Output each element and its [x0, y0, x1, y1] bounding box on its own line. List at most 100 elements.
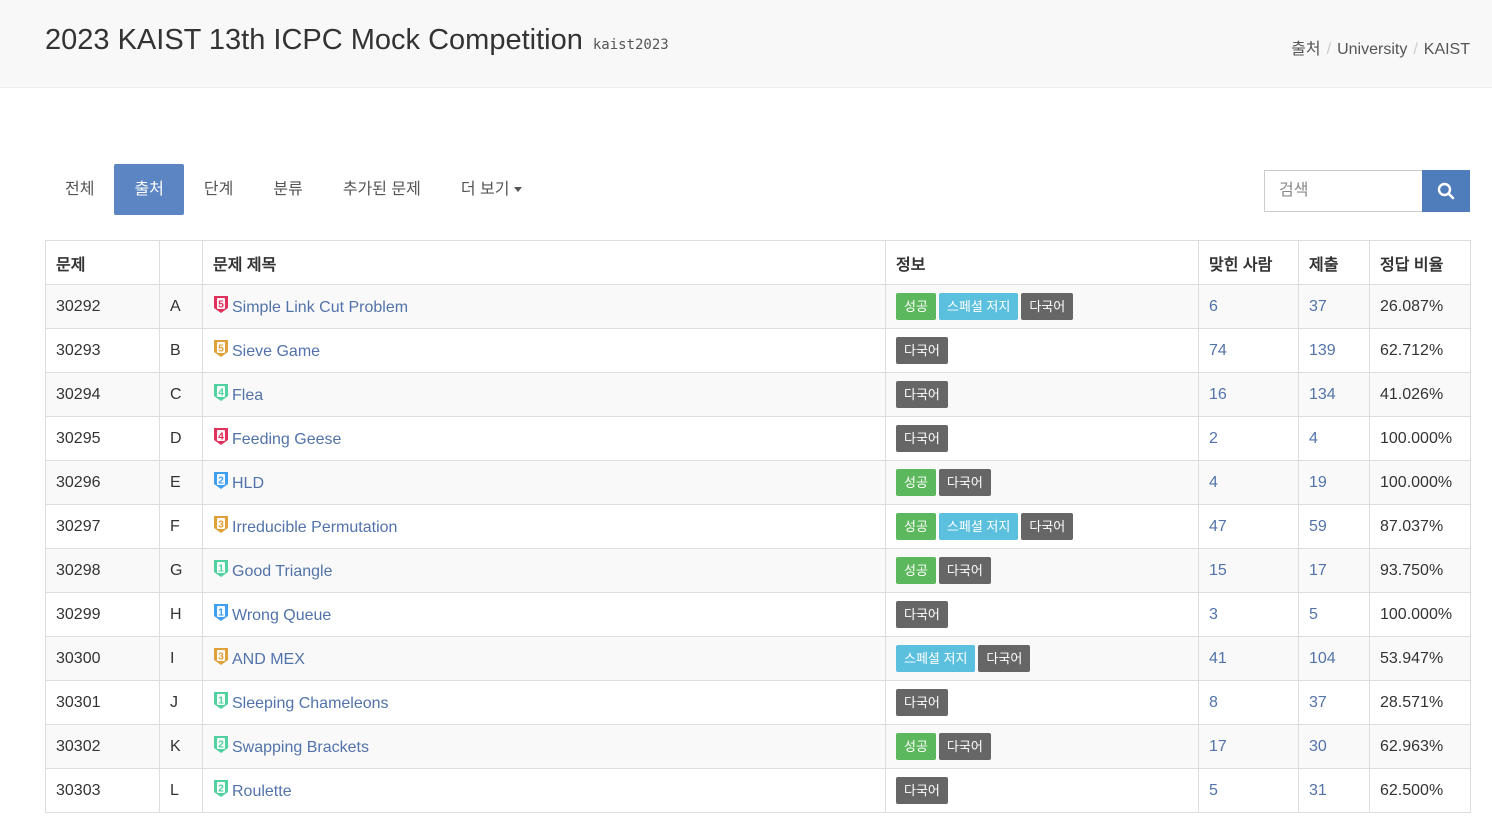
multilingual-badge[interactable]: 다국어: [896, 689, 948, 716]
special-judge-badge[interactable]: 스페셜 저지: [938, 513, 1019, 540]
problem-id-link[interactable]: 30300: [56, 650, 101, 667]
submit-count-link[interactable]: 30: [1309, 738, 1327, 755]
solved-count-link[interactable]: 41: [1209, 650, 1227, 667]
solved-count-cell: 41: [1198, 636, 1299, 681]
problem-id-link[interactable]: 30303: [56, 782, 101, 799]
success-badge[interactable]: 성공: [896, 733, 936, 760]
multilingual-badge[interactable]: 다국어: [938, 557, 991, 584]
accepted-ratio: 100.000%: [1369, 416, 1471, 461]
breadcrumb-item-source[interactable]: 출처: [1291, 41, 1320, 58]
tab-added-problems[interactable]: 추가된 문제: [323, 164, 441, 215]
submit-count-link[interactable]: 104: [1309, 650, 1336, 667]
column-header-submissions[interactable]: 제출: [1298, 240, 1370, 285]
solved-count-link[interactable]: 3: [1209, 606, 1218, 623]
success-badge[interactable]: 성공: [896, 513, 936, 540]
solved-count-link[interactable]: 15: [1209, 562, 1227, 579]
solved-count-link[interactable]: 47: [1209, 518, 1227, 535]
column-header-solved[interactable]: 맞힌 사람: [1198, 240, 1299, 285]
submit-count-link[interactable]: 19: [1309, 474, 1327, 491]
problem-title-link[interactable]: Sieve Game: [232, 343, 320, 360]
submit-count-link[interactable]: 59: [1309, 518, 1327, 535]
multilingual-badge[interactable]: 다국어: [896, 777, 948, 804]
submit-count-cell: 37: [1298, 680, 1370, 725]
problem-id-link[interactable]: 30302: [56, 738, 101, 755]
multilingual-badge[interactable]: 다국어: [938, 733, 991, 760]
submit-count-cell: 5: [1298, 592, 1370, 637]
problem-title-link[interactable]: Wrong Queue: [232, 607, 331, 624]
multilingual-badge[interactable]: 다국어: [896, 601, 948, 628]
problem-id-link[interactable]: 30296: [56, 474, 101, 491]
problem-title-cell: 4 Feeding Geese: [202, 416, 886, 461]
solved-count-link[interactable]: 2: [1209, 430, 1218, 447]
solved-count-link[interactable]: 6: [1209, 298, 1218, 315]
solved-count-link[interactable]: 5: [1209, 782, 1218, 799]
solved-count-link[interactable]: 4: [1209, 474, 1218, 491]
problem-id-link[interactable]: 30299: [56, 606, 101, 623]
solved-count-link[interactable]: 16: [1209, 386, 1227, 403]
nav-tabs: 전체 출처 단계 분류 추가된 문제 더 보기: [45, 164, 542, 215]
column-header-ratio[interactable]: 정답 비율: [1369, 240, 1471, 285]
multilingual-badge[interactable]: 다국어: [978, 645, 1031, 672]
multilingual-badge[interactable]: 다국어: [1021, 293, 1074, 320]
problem-title-cell: 3 AND MEX: [202, 636, 886, 681]
problem-title-link[interactable]: Good Triangle: [232, 563, 333, 580]
multilingual-badge[interactable]: 다국어: [896, 337, 948, 364]
breadcrumb-item-university[interactable]: University: [1337, 41, 1407, 58]
multilingual-badge[interactable]: 다국어: [1021, 513, 1074, 540]
tab-category[interactable]: 분류: [253, 164, 322, 215]
problem-info-cell: 다국어: [885, 768, 1199, 813]
problem-info-cell: 성공 다국어: [885, 724, 1199, 769]
problem-title-link[interactable]: Flea: [232, 387, 263, 404]
submit-count-link[interactable]: 37: [1309, 694, 1327, 711]
submit-count-link[interactable]: 37: [1309, 298, 1327, 315]
problem-id-link[interactable]: 30301: [56, 694, 101, 711]
submit-count-link[interactable]: 31: [1309, 782, 1327, 799]
solved-count-link[interactable]: 8: [1209, 694, 1218, 711]
submit-count-link[interactable]: 134: [1309, 386, 1336, 403]
multilingual-badge[interactable]: 다국어: [896, 425, 948, 452]
search-button[interactable]: [1422, 170, 1470, 212]
tab-more-dropdown[interactable]: 더 보기: [441, 164, 543, 215]
problem-letter: G: [159, 548, 203, 593]
problem-title-link[interactable]: Swapping Brackets: [232, 739, 369, 756]
contest-code: kaist2023: [592, 37, 669, 53]
multilingual-badge[interactable]: 다국어: [896, 381, 948, 408]
column-header-letter: [159, 240, 203, 285]
tab-source[interactable]: 출처: [114, 164, 184, 215]
success-badge[interactable]: 성공: [896, 469, 936, 496]
submit-count-link[interactable]: 4: [1309, 430, 1318, 447]
solved-count-link[interactable]: 74: [1209, 342, 1227, 359]
tab-all[interactable]: 전체: [45, 164, 114, 215]
problem-id-link[interactable]: 30295: [56, 430, 101, 447]
problem-id-link[interactable]: 30297: [56, 518, 101, 535]
problem-letter: I: [159, 636, 203, 681]
submit-count-link[interactable]: 5: [1309, 606, 1318, 623]
success-badge[interactable]: 성공: [896, 557, 936, 584]
problem-id-link[interactable]: 30292: [56, 298, 101, 315]
problem-id-link[interactable]: 30294: [56, 386, 101, 403]
problem-title-link[interactable]: Simple Link Cut Problem: [232, 299, 408, 316]
problem-title-link[interactable]: HLD: [232, 475, 264, 492]
svg-text:2: 2: [218, 783, 224, 794]
problem-title-link[interactable]: Irreducible Permutation: [232, 519, 397, 536]
special-judge-badge[interactable]: 스페셜 저지: [896, 645, 976, 672]
multilingual-badge[interactable]: 다국어: [938, 469, 991, 496]
column-header-problem-id[interactable]: 문제: [45, 240, 160, 285]
search-input[interactable]: [1264, 170, 1422, 212]
special-judge-badge[interactable]: 스페셜 저지: [938, 293, 1019, 320]
tab-step[interactable]: 단계: [184, 164, 253, 215]
problem-title-link[interactable]: Roulette: [232, 783, 292, 800]
problem-id-link[interactable]: 30298: [56, 562, 101, 579]
solved-count-link[interactable]: 17: [1209, 738, 1227, 755]
submit-count-link[interactable]: 17: [1309, 562, 1327, 579]
column-header-title[interactable]: 문제 제목: [202, 240, 886, 285]
success-badge[interactable]: 성공: [896, 293, 936, 320]
problem-title-link[interactable]: Feeding Geese: [232, 431, 341, 448]
problem-title-link[interactable]: AND MEX: [232, 651, 305, 668]
tab-label: 출처: [134, 181, 164, 198]
table-row: 30298 G 1 Good Triangle 성공 다국어 15 17 93.750%: [45, 548, 1471, 593]
submit-count-link[interactable]: 139: [1309, 342, 1336, 359]
problem-title-link[interactable]: Sleeping Chameleons: [232, 695, 389, 712]
problem-info-cell: 다국어: [885, 416, 1199, 461]
problem-id-link[interactable]: 30293: [56, 342, 101, 359]
